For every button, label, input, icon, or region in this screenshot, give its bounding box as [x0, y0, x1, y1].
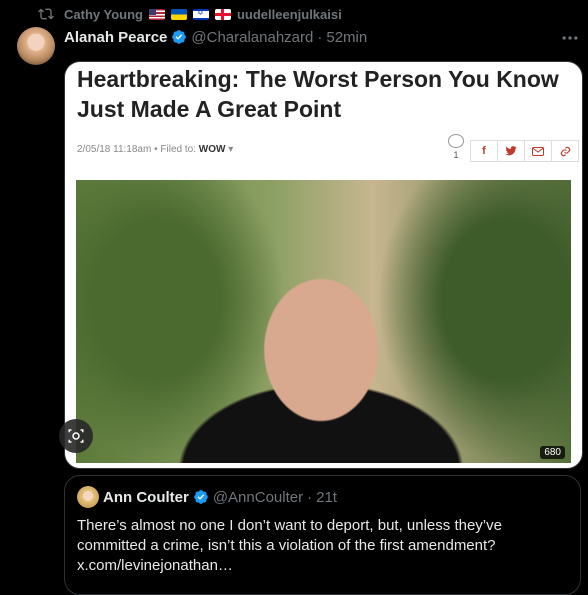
- author-avatar[interactable]: [17, 27, 55, 65]
- author-name[interactable]: Alanah Pearce: [64, 29, 167, 46]
- israel-flag-icon: [192, 8, 209, 20]
- ukraine-flag-icon: [170, 8, 187, 20]
- quote-text: There’s almost no one I don’t want to de…: [77, 517, 502, 574]
- repost-indicator: Cathy Young uudelleenjulkaisi: [38, 6, 342, 22]
- tweet-timestamp[interactable]: 52min: [326, 29, 367, 46]
- separator-dot: ·: [307, 488, 313, 506]
- quote-timestamp: 21t: [316, 488, 337, 506]
- comment-count-value: 1: [453, 150, 459, 160]
- quote-author-name: Ann Coulter: [103, 488, 189, 506]
- link-icon: [551, 140, 579, 162]
- article-headline: Heartbreaking: The Worst Person You Know…: [77, 66, 559, 122]
- filed-value: WOW: [198, 144, 226, 155]
- comment-count: 1: [446, 134, 466, 160]
- tweet-media-image[interactable]: Heartbreaking: The Worst Person You Know…: [64, 61, 583, 469]
- camera-search-icon: [68, 429, 84, 443]
- comment-bubble-icon: [448, 134, 464, 148]
- article-date: 2/05/18 11:18am: [77, 144, 152, 155]
- image-search-button[interactable]: [59, 419, 93, 453]
- article-photo: 680: [76, 180, 571, 463]
- tweet-header: Alanah Pearce @Charalanahzard · 52min: [64, 27, 367, 47]
- repost-icon: [38, 8, 54, 20]
- byline-bullet: •: [154, 144, 158, 155]
- quote-header: Ann Coulter @AnnCoulter · 21t: [77, 486, 337, 508]
- verified-badge-icon[interactable]: [171, 29, 187, 45]
- verified-badge-icon: [193, 490, 208, 504]
- us-flag-icon: [148, 8, 165, 20]
- filed-label: Filed to:: [160, 144, 196, 155]
- repost-user[interactable]: Cathy Young: [64, 7, 143, 22]
- facebook-icon: f: [470, 140, 498, 162]
- more-horizontal-icon[interactable]: [560, 28, 580, 48]
- email-icon: [524, 140, 552, 162]
- separator-dot: ·: [317, 28, 323, 46]
- georgia-flag-icon: [214, 8, 231, 20]
- quote-tweet[interactable]: Ann Coulter @AnnCoulter · 21t There’s al…: [64, 475, 581, 595]
- share-buttons: f: [470, 140, 579, 162]
- author-handle[interactable]: @Charalanahzard: [191, 29, 313, 46]
- quote-author-avatar: [77, 486, 99, 508]
- twitter-icon: [497, 140, 525, 162]
- quote-author-handle: @AnnCoulter: [212, 488, 304, 506]
- photo-badge: 680: [540, 446, 565, 459]
- article-byline: 2/05/18 11:18am • Filed to: WOW ▾: [77, 144, 233, 155]
- chevron-down-icon: ▾: [228, 144, 234, 155]
- repost-action: uudelleenjulkaisi: [236, 6, 342, 22]
